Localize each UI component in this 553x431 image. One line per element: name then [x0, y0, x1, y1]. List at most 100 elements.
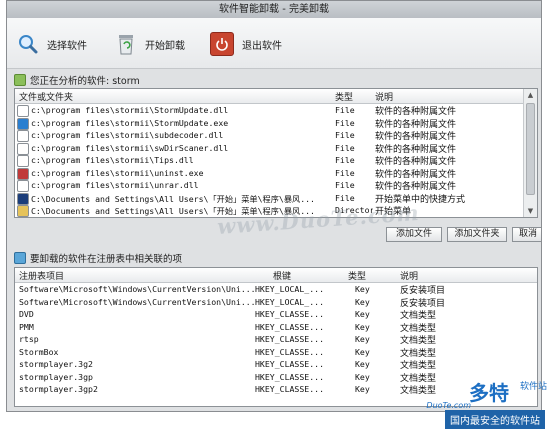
- file-row[interactable]: c:\program files\stormii\swDirScaner.dll…: [15, 142, 537, 155]
- uninstall-exe-icon: [17, 167, 29, 180]
- column-header-path[interactable]: 文件或文件夹: [19, 90, 73, 103]
- registry-section-text: 要卸载的软件在注册表中相关联的项: [30, 254, 183, 265]
- registry-cell-root: HKEY_CLASSE...: [255, 359, 325, 369]
- folder-icon: [17, 205, 29, 217]
- scroll-down-arrow-icon[interactable]: ▼: [524, 205, 537, 217]
- file-cell-desc: 软件的各种附属文件: [375, 107, 457, 117]
- registry-list-header: 注册表项目 根键 类型 说明: [15, 268, 537, 283]
- registry-row[interactable]: StormBox HKEY_CLASSE... Key 文档类型: [15, 346, 537, 359]
- file-cell-desc: 软件的各种附属文件: [375, 157, 457, 167]
- registry-cell-type: Key: [355, 309, 370, 319]
- duote-brand: 多特 软件站 DuoTe.com 国内最安全的软件站: [387, 377, 547, 429]
- exit-software-button[interactable]: 退出软件: [210, 32, 282, 56]
- storm-shortcut-icon: [17, 192, 29, 205]
- file-cell-desc: 软件的各种附属文件: [375, 132, 457, 142]
- column-header-reg-desc[interactable]: 说明: [400, 269, 418, 282]
- scroll-thumb[interactable]: [526, 103, 535, 195]
- file-cell-type: File: [335, 105, 355, 115]
- dll-file-icon: [17, 130, 29, 142]
- document-icon: [14, 74, 26, 86]
- select-software-button[interactable]: 选择软件: [17, 32, 87, 56]
- column-header-root-key[interactable]: 根键: [273, 269, 291, 282]
- exe-globe-icon: [17, 117, 29, 130]
- app-window: 软件智能卸载 - 完美卸载 选择软件 开始卸载 退出软件 您正在分析的软件: s…: [6, 0, 542, 412]
- brand-tagline: 国内最安全的软件站: [445, 410, 545, 429]
- files-section-text: 您正在分析的软件: storm: [30, 76, 140, 87]
- start-uninstall-button[interactable]: 开始卸载: [115, 32, 185, 56]
- column-header-registry-item[interactable]: 注册表项目: [19, 269, 64, 282]
- registry-cell-item: stormplayer.3gp2: [19, 384, 98, 394]
- registry-cell-desc: 文档类型: [400, 348, 437, 359]
- registry-row[interactable]: stormplayer.3g2 HKEY_CLASSE... Key 文档类型: [15, 358, 537, 371]
- file-cell-type: File: [335, 155, 355, 165]
- scroll-up-arrow-icon[interactable]: ▲: [524, 89, 537, 101]
- registry-cell-item: DVD: [19, 309, 34, 319]
- file-row[interactable]: c:\program files\stormii\StormUpdate.dll…: [15, 104, 537, 117]
- file-cell-path: c:\program files\stormii\subdecoder.dll: [31, 130, 224, 140]
- magnifier-icon: [17, 33, 39, 55]
- registry-row[interactable]: Software\Microsoft\Windows\CurrentVersio…: [15, 283, 537, 296]
- file-cell-type: File: [335, 167, 355, 178]
- dll-file-icon: [17, 105, 29, 117]
- column-header-reg-type[interactable]: 类型: [348, 269, 366, 282]
- file-row[interactable]: c:\program files\stormii\StormUpdate.exe…: [15, 117, 537, 130]
- registry-cell-item: stormplayer.3gp: [19, 371, 93, 382]
- brand-logo: 多特: [469, 381, 509, 405]
- file-cell-desc: 软件的各种附属文件: [375, 169, 457, 180]
- registry-cell-type: Key: [355, 346, 370, 357]
- file-cell-type: File: [335, 117, 355, 128]
- files-list[interactable]: 文件或文件夹 类型 说明 c:\program files\stormii\St…: [14, 88, 538, 218]
- registry-cell-desc: 反安装项目: [400, 286, 446, 296]
- registry-cell-root: HKEY_CLASSE...: [255, 321, 325, 332]
- registry-cell-root: HKEY_LOCAL_...: [255, 296, 325, 307]
- registry-cell-desc: 文档类型: [400, 361, 437, 371]
- power-icon: [210, 32, 234, 56]
- registry-row[interactable]: Software\Microsoft\Windows\CurrentVersio…: [15, 296, 537, 309]
- file-cell-desc: 软件的各种附属文件: [375, 182, 457, 192]
- registry-cell-root: HKEY_LOCAL_...: [255, 284, 325, 294]
- file-row[interactable]: c:\program files\stormii\unrar.dll File 软件…: [15, 179, 537, 192]
- file-cell-desc: 软件的各种附属文件: [375, 119, 457, 130]
- start-uninstall-label: 开始卸载: [145, 40, 185, 52]
- file-cell-path: C:\Documents and Settings\All Users\「开始」…: [31, 193, 315, 204]
- dll-file-icon: [17, 180, 29, 192]
- registry-cell-root: HKEY_CLASSE...: [255, 309, 325, 319]
- registry-cell-type: Key: [355, 296, 370, 307]
- file-row[interactable]: c:\program files\stormii\Tips.dll File 软件的…: [15, 154, 537, 167]
- add-file-button[interactable]: 添加文件: [386, 227, 442, 242]
- add-folder-button[interactable]: 添加文件夹: [447, 227, 507, 242]
- registry-section-label: 要卸载的软件在注册表中相关联的项: [14, 251, 182, 265]
- registry-cell-item: rtsp: [19, 334, 39, 344]
- registry-row[interactable]: rtsp HKEY_CLASSE... Key 文档类型: [15, 333, 537, 346]
- registry-row[interactable]: PMM HKEY_CLASSE... Key 文档类型: [15, 321, 537, 334]
- file-row[interactable]: c:\program files\stormii\uninst.exe File 软…: [15, 167, 537, 180]
- dll-file-icon: [17, 155, 29, 167]
- registry-icon: [14, 252, 26, 264]
- select-software-label: 选择软件: [47, 40, 87, 52]
- cancel-button[interactable]: 取消: [512, 227, 541, 242]
- registry-cell-item: Software\Microsoft\Windows\CurrentVersio…: [19, 296, 256, 307]
- files-section-label: 您正在分析的软件: storm: [14, 73, 140, 87]
- dll-file-icon: [17, 142, 29, 155]
- registry-cell-desc: 文档类型: [400, 336, 437, 346]
- window-title: 软件智能卸载 - 完美卸载: [7, 1, 541, 18]
- file-row[interactable]: c:\program files\stormii\subdecoder.dll F…: [15, 129, 537, 142]
- recycle-bin-icon: [115, 33, 137, 55]
- brand-sub: 软件站: [519, 382, 547, 392]
- exit-software-label: 退出软件: [242, 40, 282, 52]
- registry-cell-type: Key: [355, 359, 370, 369]
- registry-cell-type: Key: [355, 321, 370, 332]
- registry-cell-desc: 文档类型: [400, 311, 437, 321]
- file-cell-path: c:\program files\stormii\unrar.dll: [31, 180, 199, 190]
- registry-row[interactable]: DVD HKEY_CLASSE... Key 文档类型: [15, 308, 537, 321]
- file-cell-path: c:\program files\stormii\Tips.dll: [31, 155, 194, 165]
- column-header-desc[interactable]: 说明: [375, 90, 393, 103]
- toolbar: 选择软件 开始卸载 退出软件: [7, 18, 541, 69]
- file-cell-type: File: [335, 130, 355, 140]
- registry-cell-root: HKEY_CLASSE...: [255, 371, 325, 382]
- registry-cell-root: HKEY_CLASSE...: [255, 346, 325, 357]
- file-cell-type: File: [335, 180, 355, 190]
- column-header-type[interactable]: 类型: [335, 90, 353, 103]
- file-row[interactable]: C:\Documents and Settings\All Users\「开始」…: [15, 192, 537, 205]
- files-list-scrollbar[interactable]: ▲ ▼: [523, 89, 537, 217]
